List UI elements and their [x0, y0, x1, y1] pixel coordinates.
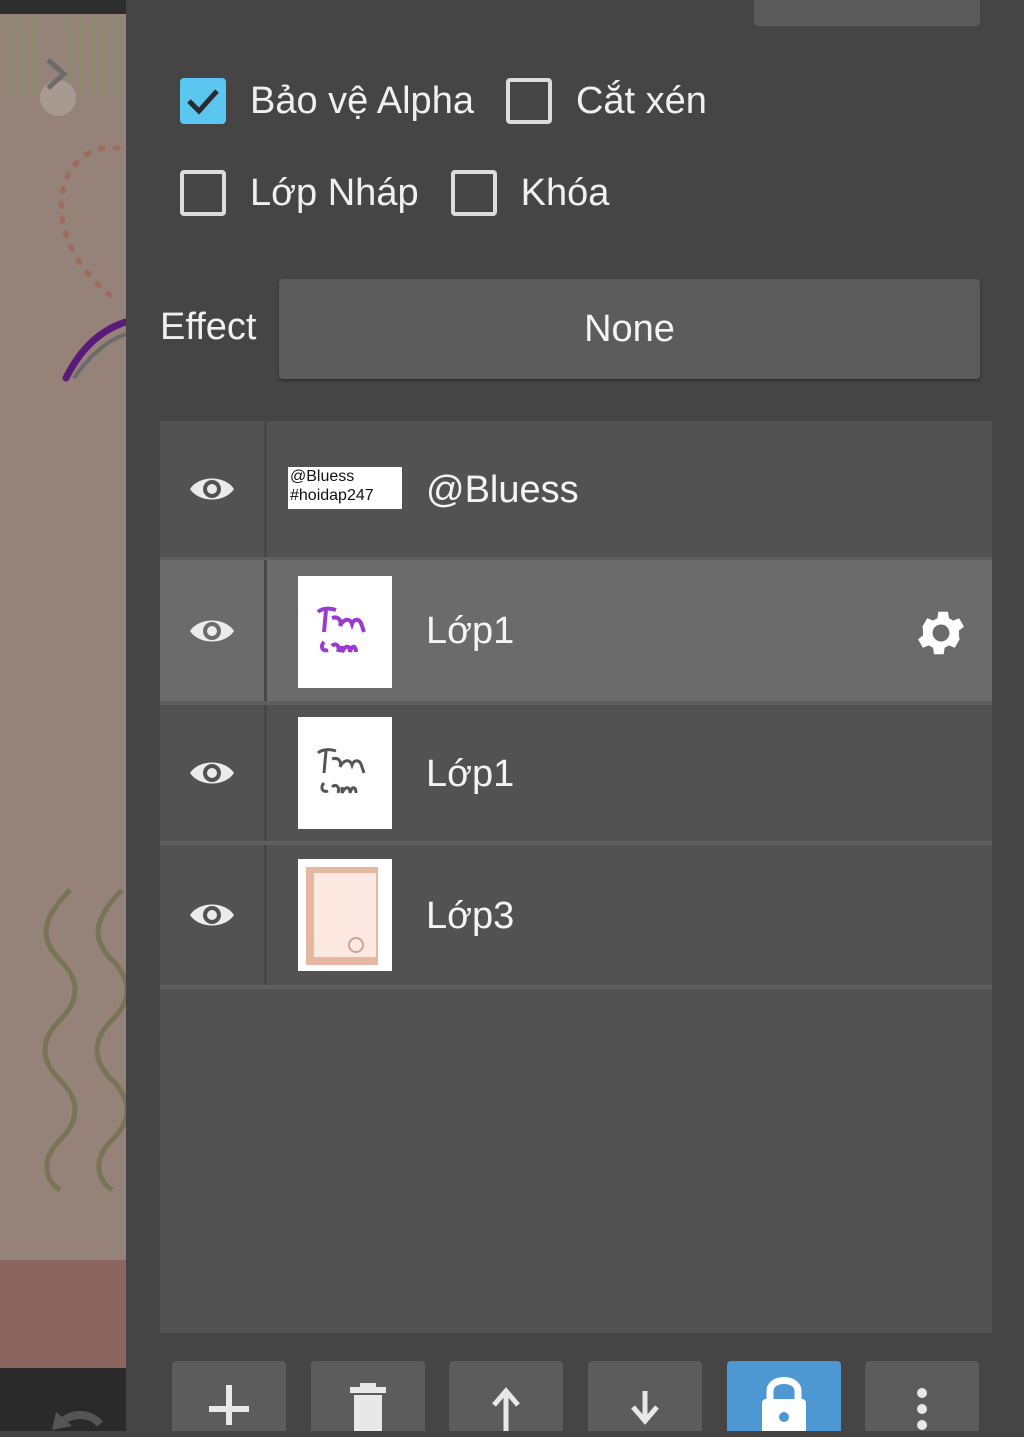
move-layer-down-button[interactable]: [588, 1361, 702, 1431]
eye-icon: [190, 762, 234, 784]
alpha-protect-checkbox[interactable]: [180, 78, 226, 124]
clipping-label: Cắt xén: [575, 79, 707, 122]
lock-label: Khóa: [520, 171, 610, 214]
lock-layer-button[interactable]: [727, 1361, 841, 1431]
layer-thumbnail: [298, 717, 392, 829]
thumbnail-art: [316, 748, 366, 794]
layer-thumbnail: @Bluess #hoidap247: [288, 467, 402, 509]
more-options-button[interactable]: [865, 1361, 979, 1431]
visibility-toggle[interactable]: [160, 421, 267, 557]
eye-icon: [190, 620, 234, 641]
thumbnail-text-line: @Bluess: [290, 468, 355, 485]
layer-row[interactable]: Lớp1: [160, 705, 992, 845]
more-vertical-icon: [917, 1388, 927, 1430]
arrow-up-icon: [492, 1387, 520, 1431]
layer-list: @Bluess #hoidap247 @Bluess Lớp1 Lớp1 Lớp…: [160, 421, 992, 1333]
move-layer-up-button[interactable]: [449, 1361, 563, 1431]
thumbnail-art: [316, 606, 366, 653]
layer-name: Lớp3: [426, 895, 515, 937]
effect-value: None: [584, 307, 675, 350]
checkmark-icon: [187, 89, 219, 115]
panel-top-tab[interactable]: [754, 0, 980, 26]
lock-icon: [762, 1377, 806, 1431]
layer-name: Lớp1: [426, 610, 515, 652]
visibility-toggle[interactable]: [160, 845, 267, 985]
canvas-artwork: [7, 18, 126, 1193]
lock-checkbox[interactable]: [450, 170, 497, 216]
eye-icon: [190, 478, 234, 500]
clipping-checkbox[interactable]: [505, 78, 552, 124]
draft-layer-label: Lớp Nháp: [250, 171, 419, 214]
layer-row[interactable]: Lớp3: [160, 845, 992, 989]
add-icon: [209, 1385, 249, 1425]
eye-icon: [190, 904, 234, 926]
thumbnail-text-line: #hoidap247: [290, 487, 374, 504]
canvas-preview[interactable]: [0, 0, 126, 1431]
add-layer-button[interactable]: [172, 1361, 286, 1431]
effect-label: Effect: [160, 306, 257, 348]
trash-icon: [350, 1383, 386, 1431]
layer-row[interactable]: @Bluess #hoidap247 @Bluess: [160, 421, 992, 561]
layer-name: Lớp1: [426, 753, 515, 795]
visibility-toggle[interactable]: [160, 560, 267, 701]
alpha-protect-label: Bảo vệ Alpha: [250, 79, 474, 122]
effect-select-button[interactable]: None: [279, 279, 980, 379]
layer-thumbnail: [298, 576, 392, 688]
layer-thumbnail: [298, 859, 392, 971]
options-row-1: Bảo vệ Alpha Cắt xén: [180, 78, 739, 124]
arrow-down-icon: [631, 1391, 659, 1425]
layer-name: @Bluess: [426, 469, 579, 511]
canvas-bottom-block: [0, 1260, 126, 1370]
layer-toolbar: [0, 1361, 1024, 1431]
draft-layer-checkbox[interactable]: [180, 170, 226, 216]
options-row-2: Lớp Nháp Khóa: [180, 170, 641, 216]
thumbnail-art: [298, 859, 392, 971]
layer-row-selected[interactable]: Lớp1: [160, 560, 992, 705]
gear-icon[interactable]: [912, 604, 970, 662]
delete-layer-button[interactable]: [311, 1361, 425, 1431]
visibility-toggle[interactable]: [160, 705, 267, 841]
